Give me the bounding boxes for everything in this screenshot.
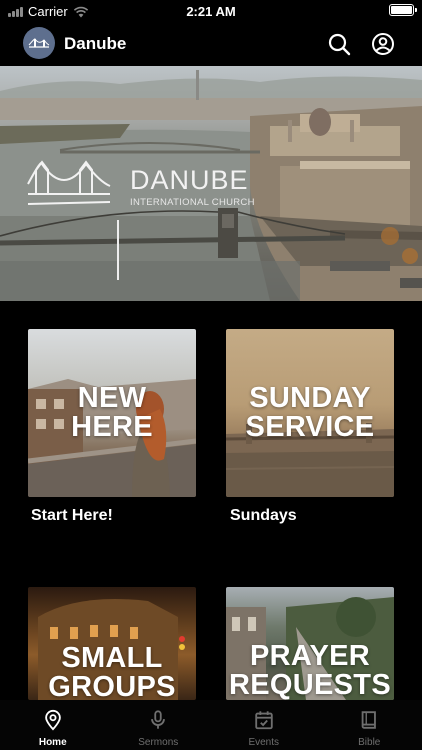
tab-sermons-label: Sermons xyxy=(138,737,179,748)
app-title: Danube xyxy=(64,34,127,53)
bridge-logo-icon xyxy=(28,38,50,48)
sunday-service-label[interactable]: Sundays xyxy=(230,507,297,525)
book-icon xyxy=(361,711,377,729)
small-groups-title-line1: SMALL xyxy=(61,642,163,674)
tab-bar: Home Sermons Events Bible xyxy=(0,700,422,750)
hero-brand-sub: INTERNATIONAL CHURCH xyxy=(130,197,255,208)
new-here-title-line1: NEW xyxy=(77,382,147,414)
battery-icon xyxy=(389,4,417,16)
prayer-requests-title: PRAYER REQUESTS xyxy=(226,642,394,700)
search-icon xyxy=(328,33,351,56)
user-circle-icon xyxy=(372,33,394,55)
microphone-icon xyxy=(151,710,166,729)
tab-home-label: Home xyxy=(38,737,67,748)
tab-home[interactable]: Home xyxy=(0,700,106,750)
hero-banner[interactable]: DANUBE INTERNATIONAL CHURCH xyxy=(0,66,422,301)
small-groups-title-line2: GROUPS xyxy=(48,671,176,701)
nav-bar: Danube xyxy=(0,24,422,64)
sunday-service-title-line1: SUNDAY xyxy=(249,382,371,414)
app-logo[interactable] xyxy=(23,27,55,59)
new-here-title: NEW HERE xyxy=(28,384,196,442)
small-groups-card[interactable]: SMALL GROUPS xyxy=(28,587,196,700)
status-bar: Carrier 2:21 AM xyxy=(0,0,422,22)
sunday-service-title: SUNDAY SERVICE xyxy=(226,384,394,442)
hero-brand-name: DANUBE xyxy=(130,165,249,195)
sunday-service-title-line2: SERVICE xyxy=(245,411,375,443)
new-here-label[interactable]: Start Here! xyxy=(31,507,113,525)
prayer-requests-title-line1: PRAYER xyxy=(250,640,370,672)
profile-button[interactable] xyxy=(371,32,395,56)
sunday-service-card[interactable]: SUNDAY SERVICE xyxy=(226,329,394,497)
new-here-title-line2: HERE xyxy=(71,411,153,443)
new-here-card[interactable]: NEW HERE xyxy=(28,329,196,497)
tab-sermons[interactable]: Sermons xyxy=(106,700,212,750)
tab-bible[interactable]: Bible xyxy=(317,700,422,750)
app-screen: Carrier 2:21 AM Danube DANUBE INTERNATIO… xyxy=(0,0,422,750)
calendar-icon xyxy=(255,711,273,730)
search-button[interactable] xyxy=(327,32,351,56)
hero-brand: DANUBE INTERNATIONAL CHURCH xyxy=(130,165,255,208)
tab-events[interactable]: Events xyxy=(211,700,317,750)
prayer-requests-card[interactable]: PRAYER REQUESTS xyxy=(226,587,394,700)
location-pin-icon xyxy=(44,709,61,731)
hero-divider xyxy=(117,220,119,280)
status-time: 2:21 AM xyxy=(186,4,236,19)
prayer-requests-title-line2: REQUESTS xyxy=(229,669,391,700)
tab-bible-label: Bible xyxy=(358,737,381,748)
small-groups-title: SMALL GROUPS xyxy=(28,642,196,701)
tab-events-label: Events xyxy=(248,737,280,748)
